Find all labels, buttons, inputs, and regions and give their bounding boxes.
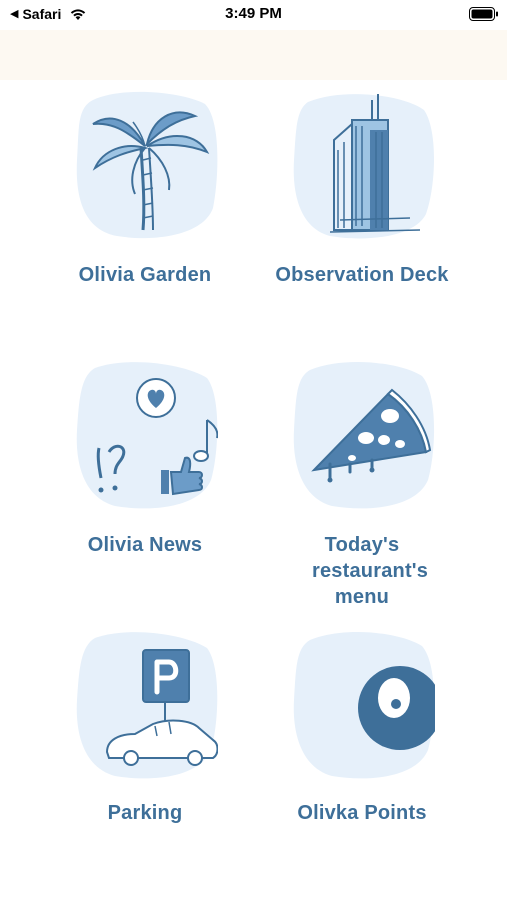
news-icon: [96, 378, 218, 496]
points-icon: [358, 666, 435, 750]
battery-icon: [469, 7, 498, 21]
tile-label: Today's restaurant's menu: [312, 534, 429, 608]
tile-observation-deck[interactable]: Observation Deck: [252, 90, 472, 295]
parking-icon: [105, 649, 218, 766]
palm-tree-icon: [92, 111, 210, 231]
status-bar: ◀ Safari 3:49 PM: [0, 0, 507, 30]
tile-parking[interactable]: Parking: [35, 630, 255, 835]
tile-label: Observation Deck: [275, 264, 449, 286]
skyscraper-icon: [329, 94, 421, 233]
clock: 3:49 PM: [225, 5, 282, 22]
tile-label: Parking: [107, 802, 183, 824]
tile-olivia-news[interactable]: Olivia News: [35, 360, 255, 565]
tile-label: Olivka Points: [297, 802, 427, 824]
pizza-icon: [311, 388, 432, 483]
tile-restaurant-menu[interactable]: Today's restaurant's menu: [252, 360, 472, 610]
header-band: [0, 30, 507, 80]
tile-olivia-garden[interactable]: Olivia Garden: [35, 90, 255, 295]
tile-olivka-points[interactable]: Olivka Points: [252, 630, 472, 835]
tile-label: Olivia News: [87, 534, 203, 556]
tile-label: Olivia Garden: [78, 264, 212, 286]
